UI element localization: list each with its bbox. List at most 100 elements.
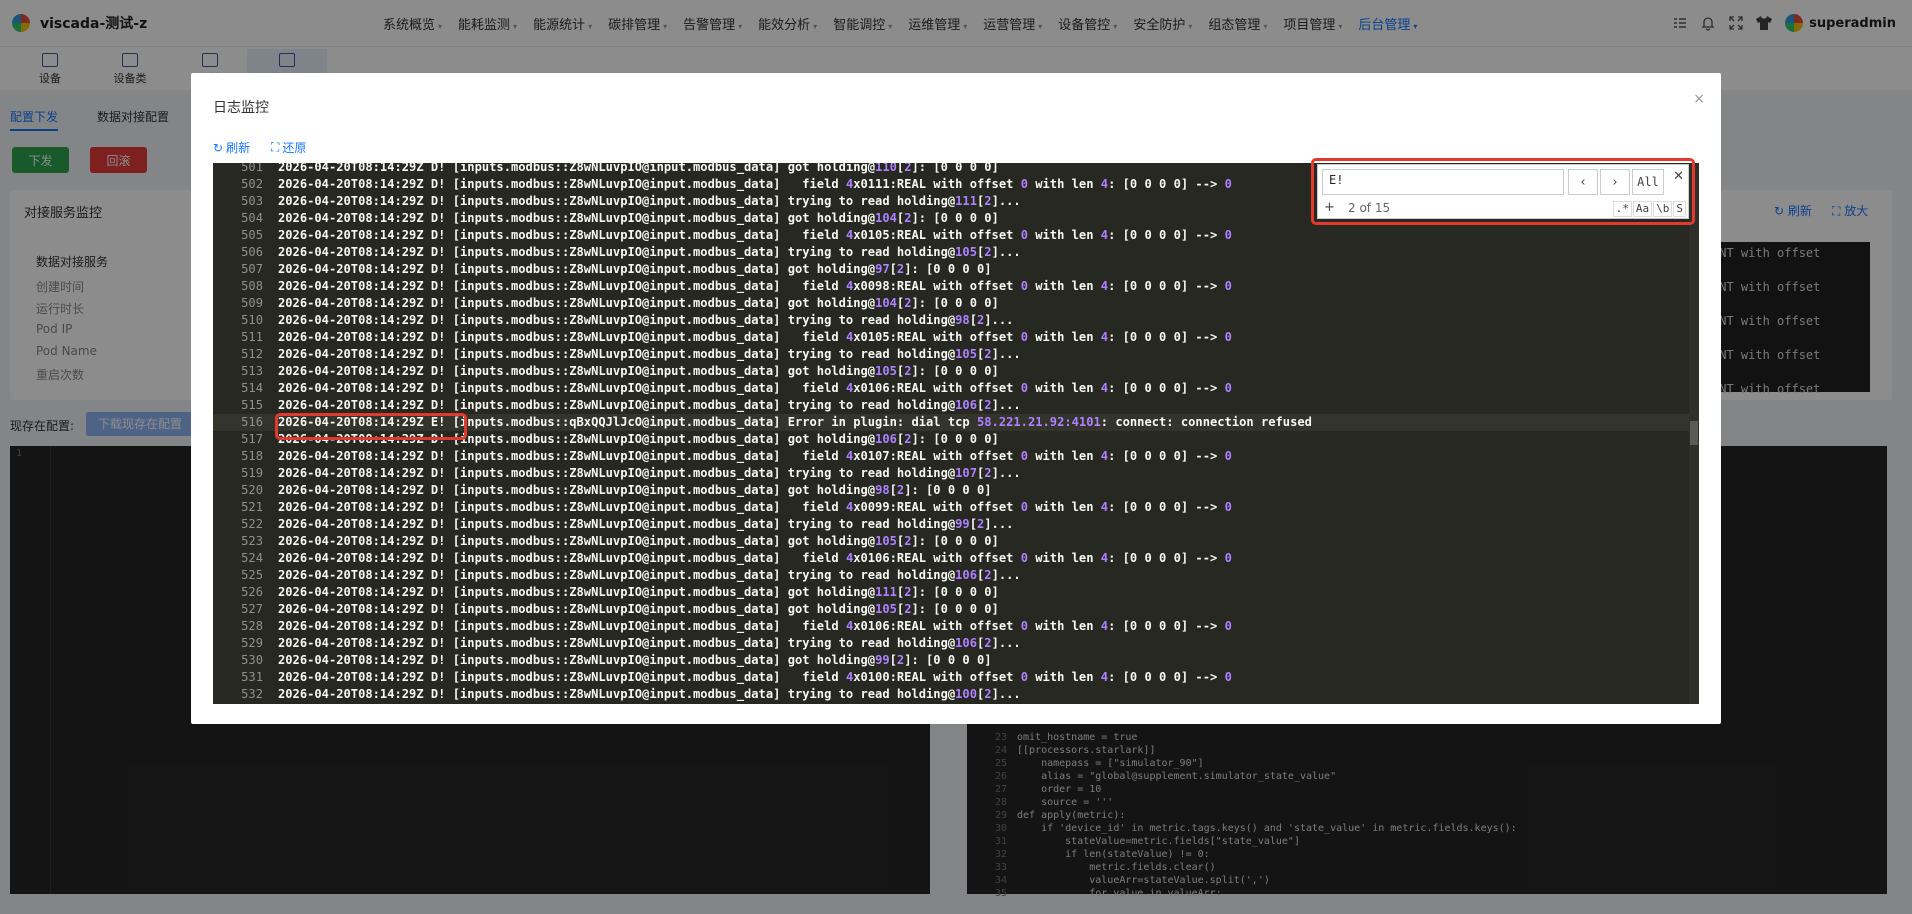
log-line-number: 528 xyxy=(241,619,263,633)
log-line-text: 2026-04-20T08:14:29Z D! [inputs.modbus::… xyxy=(278,279,1232,293)
find-expand-icon[interactable]: + xyxy=(1324,200,1335,215)
log-line-text: 2026-04-20T08:14:29Z D! [inputs.modbus::… xyxy=(278,449,1232,463)
log-line[interactable]: 530 2026-04-20T08:14:29Z D! [inputs.modbu… xyxy=(213,652,1699,669)
log-line[interactable]: 505 2026-04-20T08:14:29Z D! [inputs.modbu… xyxy=(213,227,1699,244)
log-line-number: 514 xyxy=(241,381,263,395)
log-line[interactable]: 510 2026-04-20T08:14:29Z D! [inputs.modbu… xyxy=(213,312,1699,329)
regex-toggle[interactable]: .* xyxy=(1612,201,1632,217)
log-line-text: 2026-04-20T08:14:29Z D! [inputs.modbus::… xyxy=(278,670,1232,684)
log-line-text: 2026-04-20T08:14:29Z D! [inputs.modbus::… xyxy=(278,398,1021,412)
match-count: 2 of 15 xyxy=(1348,201,1391,215)
log-line[interactable]: 520 2026-04-20T08:14:29Z D! [inputs.modbu… xyxy=(213,482,1699,499)
restore-button[interactable]: ⛶ 还原 xyxy=(271,139,306,156)
log-line-text: 2026-04-20T08:14:29Z D! [inputs.modbus::… xyxy=(278,296,999,310)
log-line[interactable]: 529 2026-04-20T08:14:29Z D! [inputs.modbu… xyxy=(213,635,1699,652)
log-line[interactable]: 525 2026-04-20T08:14:29Z D! [inputs.modbu… xyxy=(213,567,1699,584)
log-line-text: 2026-04-20T08:14:29Z D! [inputs.modbus::… xyxy=(278,687,1021,701)
log-line-text: 2026-04-20T08:14:29Z D! [inputs.modbus::… xyxy=(278,364,999,378)
log-line[interactable]: 522 2026-04-20T08:14:29Z D! [inputs.modbu… xyxy=(213,516,1699,533)
log-line-text: 2026-04-20T08:14:29Z D! [inputs.modbus::… xyxy=(278,177,1232,191)
log-line[interactable]: 521 2026-04-20T08:14:29Z D! [inputs.modbu… xyxy=(213,499,1699,516)
log-line[interactable]: 532 2026-04-20T08:14:29Z D! [inputs.modbu… xyxy=(213,686,1699,703)
prev-match-button[interactable]: ‹ xyxy=(1568,169,1598,195)
log-scrollbar-thumb[interactable] xyxy=(1690,421,1698,445)
close-icon[interactable]: × xyxy=(1693,91,1705,107)
log-line-number: 531 xyxy=(241,670,263,684)
restore-icon: ⛶ xyxy=(271,140,280,154)
log-line[interactable]: 531 2026-04-20T08:14:29Z D! [inputs.modbu… xyxy=(213,669,1699,686)
log-line-number: 505 xyxy=(241,228,263,242)
log-line-text: 2026-04-20T08:14:29Z D! [inputs.modbus::… xyxy=(278,211,999,225)
log-line-number: 519 xyxy=(241,466,263,480)
log-line-text: 2026-04-20T08:14:29Z D! [inputs.modbus::… xyxy=(278,245,1021,259)
next-match-button[interactable]: › xyxy=(1600,169,1630,195)
log-line[interactable]: 509 2026-04-20T08:14:29Z D! [inputs.modbu… xyxy=(213,295,1699,312)
log-monitor-dialog: 日志监控 × ↻ 刷新 ⛶ 还原 501 2026-04-20T08:14:29Z… xyxy=(191,73,1721,724)
log-line-text: 2026-04-20T08:14:29Z D! [inputs.modbus::… xyxy=(278,517,1014,531)
log-line-text: 2026-04-20T08:14:29Z D! [inputs.modbus::… xyxy=(278,381,1232,395)
log-line[interactable]: 511 2026-04-20T08:14:29Z D! [inputs.modbu… xyxy=(213,329,1699,346)
log-line[interactable]: 508 2026-04-20T08:14:29Z D! [inputs.modbu… xyxy=(213,278,1699,295)
log-line-number: 526 xyxy=(241,585,263,599)
log-line[interactable]: 528 2026-04-20T08:14:29Z D! [inputs.modbu… xyxy=(213,618,1699,635)
log-line-text: 2026-04-20T08:14:29Z D! [inputs.modbus::… xyxy=(278,500,1232,514)
log-line[interactable]: 507 2026-04-20T08:14:29Z D! [inputs.modbu… xyxy=(213,261,1699,278)
log-line[interactable]: 519 2026-04-20T08:14:29Z D! [inputs.modbu… xyxy=(213,465,1699,482)
refresh-icon: ↻ xyxy=(213,140,224,155)
log-line[interactable]: 514 2026-04-20T08:14:29Z D! [inputs.modbu… xyxy=(213,380,1699,397)
refresh-label: 刷新 xyxy=(226,141,251,155)
find-all-button[interactable]: All xyxy=(1632,169,1664,195)
log-line-number: 512 xyxy=(241,347,263,361)
selection-toggle[interactable]: S xyxy=(1673,201,1686,217)
log-line-number: 532 xyxy=(241,687,263,701)
log-line-text: 2026-04-20T08:14:29Z D! [inputs.modbus::… xyxy=(278,347,1021,361)
log-line-number: 529 xyxy=(241,636,263,650)
log-line-number: 530 xyxy=(241,653,263,667)
log-line-text: 2026-04-20T08:14:29Z D! [inputs.modbus::… xyxy=(278,551,1232,565)
log-line[interactable]: 527 2026-04-20T08:14:29Z D! [inputs.modbu… xyxy=(213,601,1699,618)
log-line-number: 517 xyxy=(241,432,263,446)
log-line[interactable]: 524 2026-04-20T08:14:29Z D! [inputs.modbu… xyxy=(213,550,1699,567)
log-line[interactable]: 526 2026-04-20T08:14:29Z D! [inputs.modbu… xyxy=(213,584,1699,601)
log-line-number: 522 xyxy=(241,517,263,531)
log-line[interactable]: 518 2026-04-20T08:14:29Z D! [inputs.modbu… xyxy=(213,448,1699,465)
log-line-text: 2026-04-20T08:14:29Z D! [inputs.modbus::… xyxy=(278,194,1021,208)
log-line-text: 2026-04-20T08:14:29Z D! [inputs.modbus::… xyxy=(278,163,999,174)
log-line-number: 524 xyxy=(241,551,263,565)
find-close-icon[interactable]: ✕ xyxy=(1673,169,1684,184)
log-line[interactable]: 515 2026-04-20T08:14:29Z D! [inputs.modbu… xyxy=(213,397,1699,414)
log-line-number: 516 xyxy=(241,415,263,429)
log-line-number: 513 xyxy=(241,364,263,378)
log-line[interactable]: 506 2026-04-20T08:14:29Z D! [inputs.modbu… xyxy=(213,244,1699,261)
refresh-button[interactable]: ↻ 刷新 xyxy=(213,139,250,156)
log-line-number: 509 xyxy=(241,296,263,310)
log-line-text: 2026-04-20T08:14:29Z D! [inputs.modbus::… xyxy=(278,262,992,276)
log-line-number: 503 xyxy=(241,194,263,208)
log-line-number: 501 xyxy=(241,163,263,174)
chevron-right-icon: › xyxy=(1612,174,1618,190)
chevron-left-icon: ‹ xyxy=(1580,174,1586,190)
find-input[interactable]: E! xyxy=(1322,169,1564,195)
log-line-number: 502 xyxy=(241,177,263,191)
log-line-text: 2026-04-20T08:14:29Z D! [inputs.modbus::… xyxy=(278,653,992,667)
log-line-number: 506 xyxy=(241,245,263,259)
log-line[interactable]: 512 2026-04-20T08:14:29Z D! [inputs.modbu… xyxy=(213,346,1699,363)
log-line[interactable]: 513 2026-04-20T08:14:29Z D! [inputs.modbu… xyxy=(213,363,1699,380)
log-line-number: 508 xyxy=(241,279,263,293)
log-line-number: 507 xyxy=(241,262,263,276)
log-line-text: 2026-04-20T08:14:29Z D! [inputs.modbus::… xyxy=(278,466,1021,480)
log-scrollbar[interactable] xyxy=(1689,163,1699,704)
log-line-number: 520 xyxy=(241,483,263,497)
log-line-text: 2026-04-20T08:14:29Z D! [inputs.modbus::… xyxy=(278,585,999,599)
log-line-text: 2026-04-20T08:14:29Z D! [inputs.modbus::… xyxy=(278,483,992,497)
log-line-text: 2026-04-20T08:14:29Z D! [inputs.modbus::… xyxy=(278,330,1232,344)
restore-label: 还原 xyxy=(282,141,307,155)
log-line-text: 2026-04-20T08:14:29Z D! [inputs.modbus::… xyxy=(278,534,999,548)
find-options: .* Aa \b S xyxy=(1612,201,1686,217)
log-line-number: 504 xyxy=(241,211,263,225)
case-toggle[interactable]: Aa xyxy=(1632,201,1653,217)
log-line[interactable]: 523 2026-04-20T08:14:29Z D! [inputs.modbu… xyxy=(213,533,1699,550)
log-line-number: 518 xyxy=(241,449,263,463)
word-toggle[interactable]: \b xyxy=(1653,201,1673,217)
log-line-text: 2026-04-20T08:14:29Z D! [inputs.modbus::… xyxy=(278,568,1021,582)
